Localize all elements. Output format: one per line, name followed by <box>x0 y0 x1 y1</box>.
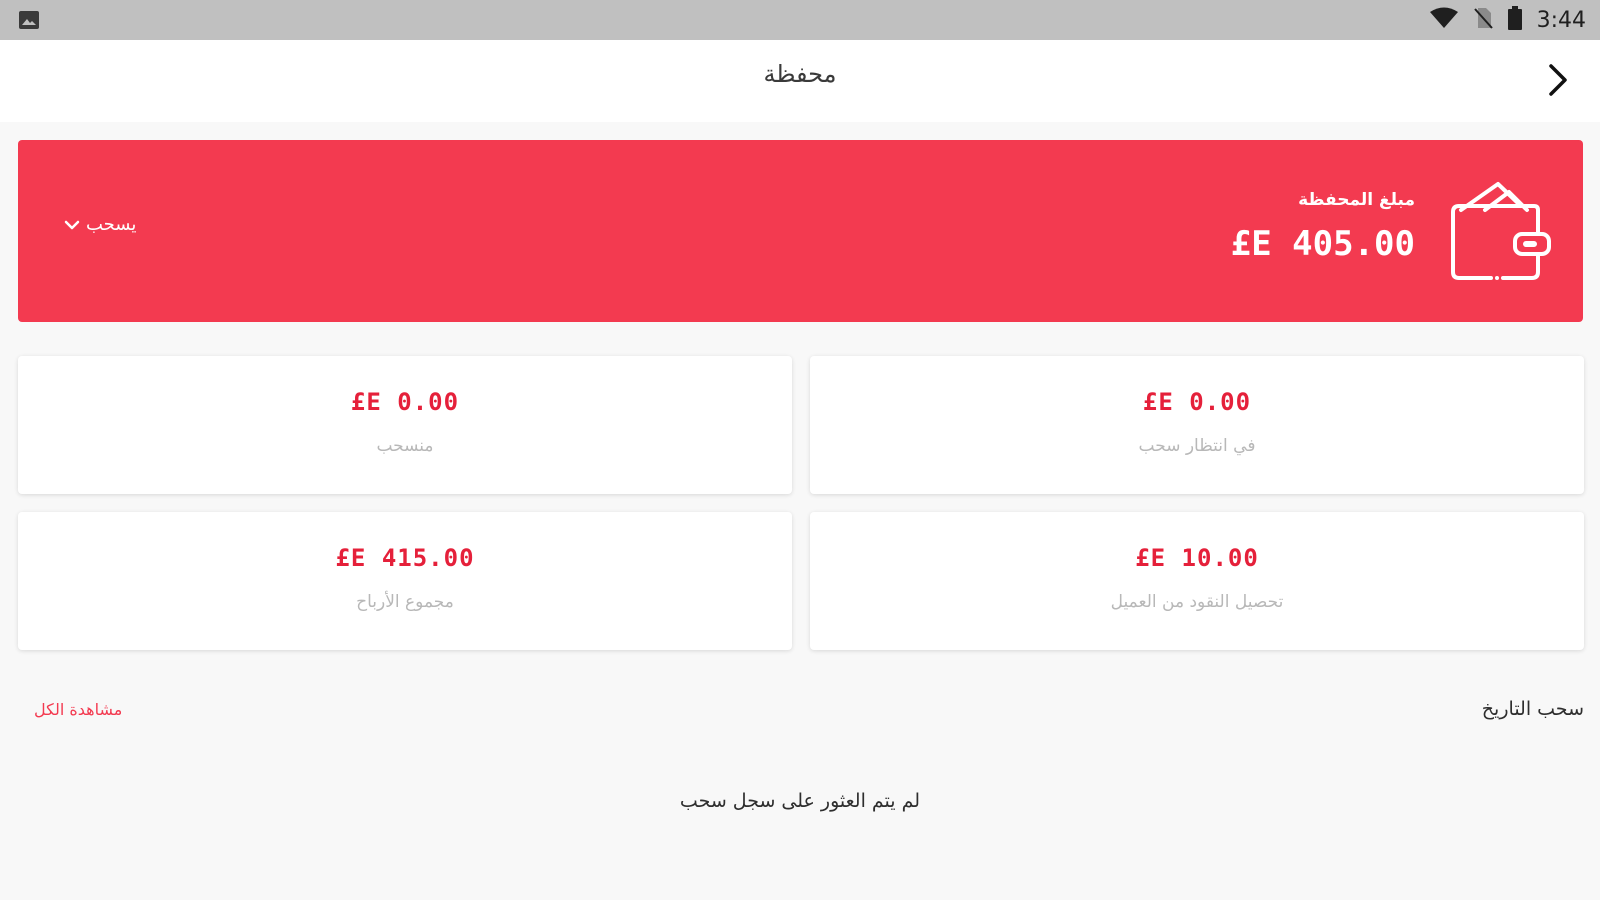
wallet-icon <box>1443 176 1553 286</box>
image-notification-icon <box>18 10 40 30</box>
wallet-balance-value: £E 405.00 <box>1230 224 1415 264</box>
back-button[interactable] <box>1538 60 1578 100</box>
view-all-link[interactable]: مشاهدة الكل <box>34 700 122 719</box>
withdraw-label: يسحب <box>86 214 137 235</box>
wallet-balance-label: مبلغ المحفظة <box>1298 190 1415 210</box>
status-bar: 3:44 <box>0 0 1600 40</box>
withdraw-dropdown-button[interactable]: يسحب <box>64 214 136 235</box>
wallet-balance-banner: مبلغ المحفظة £E 405.00 يسحب <box>18 140 1583 322</box>
chevron-down-icon <box>64 220 80 229</box>
stat-label: في انتظار سحب <box>1138 436 1256 456</box>
stat-card-total-earnings: £E 415.00 مجموع الأرباح <box>18 512 792 650</box>
stat-amount: £E 415.00 <box>335 544 475 572</box>
stat-label: منسحب <box>376 436 434 456</box>
stat-label: تحصيل النقود من العميل <box>1110 592 1284 612</box>
stat-amount: £E 10.00 <box>1135 544 1259 572</box>
stat-card-pending-withdrawal: £E 0.00 في انتظار سحب <box>810 356 1584 494</box>
stat-card-withdrawn: £E 0.00 منسحب <box>18 356 792 494</box>
no-sim-icon <box>1473 7 1493 33</box>
stat-amount: £E 0.00 <box>350 388 460 416</box>
empty-history-message: لم يتم العثور على سجل سحب <box>679 790 921 812</box>
wifi-icon <box>1429 7 1459 33</box>
page-title: محفظة <box>763 60 837 88</box>
stat-card-cash-collected: £E 10.00 تحصيل النقود من العميل <box>810 512 1584 650</box>
withdrawal-history-title: سحب التاريخ <box>1481 698 1584 720</box>
stat-amount: £E 0.00 <box>1142 388 1252 416</box>
app-bar: محفظة <box>0 40 1600 122</box>
battery-icon <box>1507 6 1523 34</box>
chevron-right-icon <box>1549 64 1567 96</box>
status-clock: 3:44 <box>1536 7 1586 33</box>
stat-label: مجموع الأرباح <box>356 592 454 612</box>
